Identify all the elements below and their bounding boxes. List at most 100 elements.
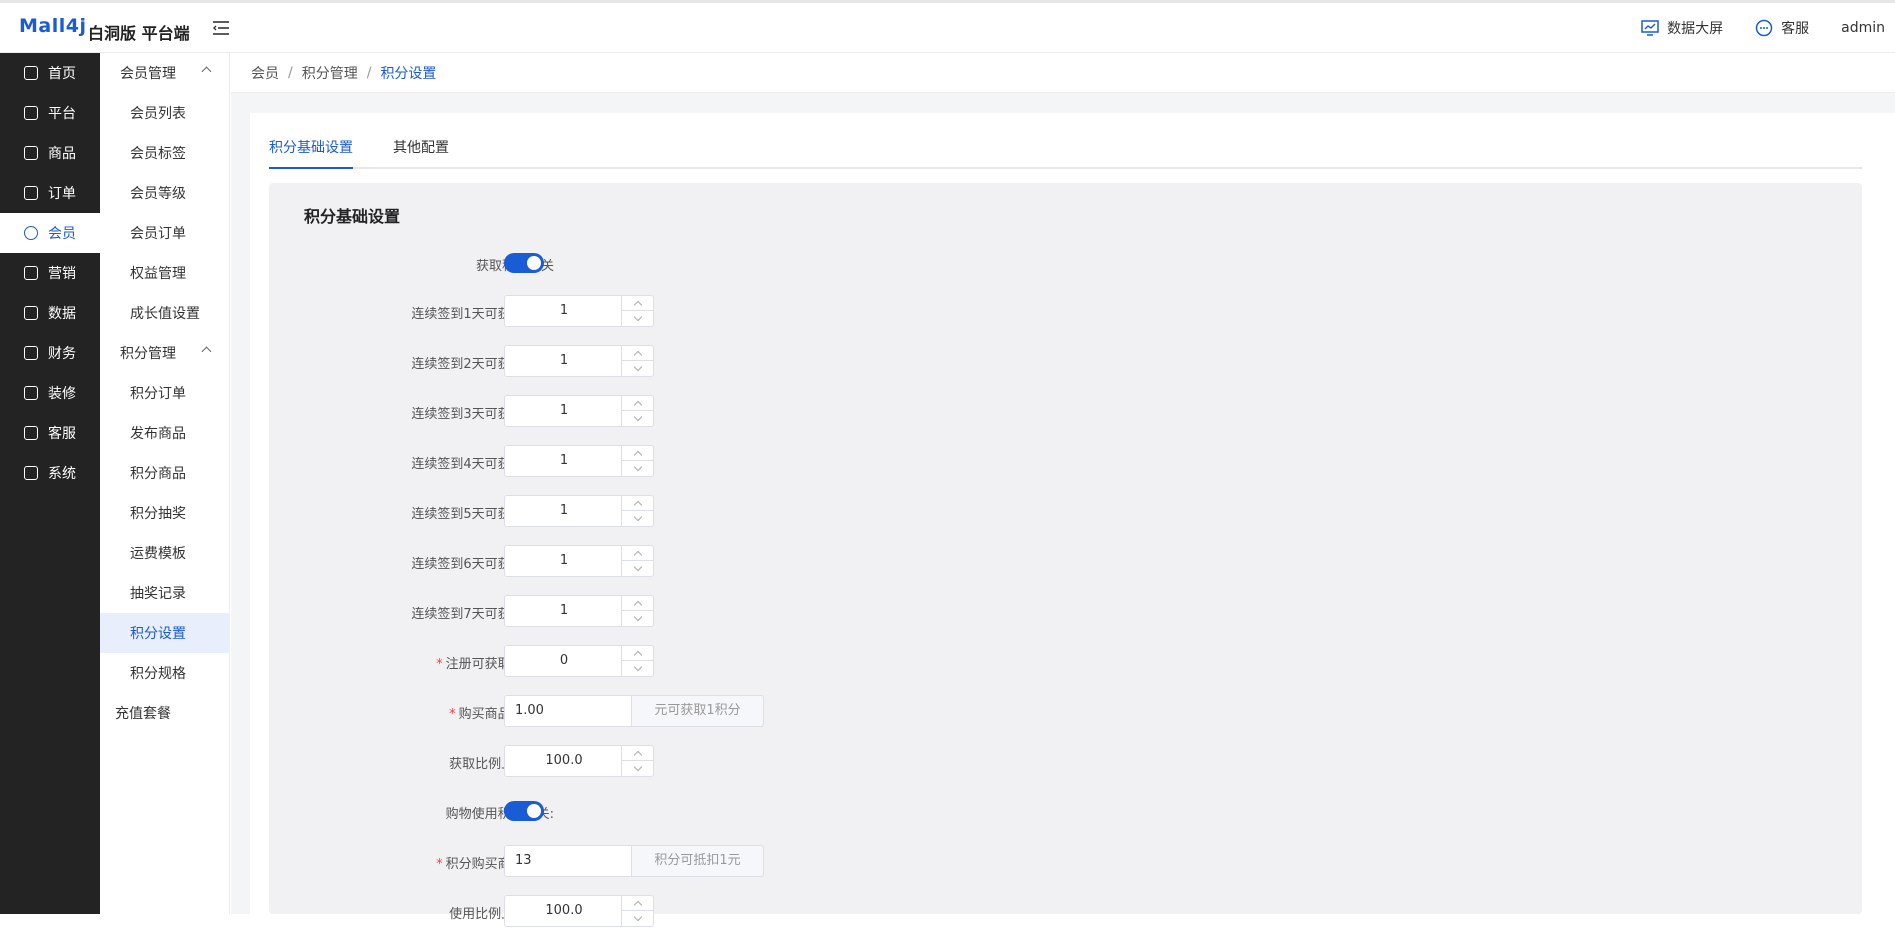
submenu-item[interactable]: 发布商品 (100, 413, 230, 453)
submenu-item[interactable]: 积分商品 (100, 453, 230, 493)
input-suffix: 积分可抵扣1元 (631, 845, 764, 877)
decrease-button[interactable] (622, 411, 653, 426)
nav-item-data[interactable]: 数据 (0, 293, 100, 333)
nav-label: 系统 (48, 466, 76, 482)
submenu-item[interactable]: 抽奖记录 (100, 573, 230, 613)
number-value: 0 (559, 653, 569, 668)
submenu-item[interactable]: 积分订单 (100, 373, 230, 413)
data-screen-link[interactable]: 数据大屏 (1641, 18, 1723, 38)
submenu-item[interactable]: 成长值设置 (100, 293, 230, 333)
stepper (621, 396, 653, 426)
number-input[interactable]: 1 (504, 445, 654, 477)
increase-button[interactable] (622, 496, 653, 511)
number-input[interactable]: 1 (504, 545, 654, 577)
nav-item-finance[interactable]: 财务 (0, 333, 100, 373)
user-menu[interactable]: admin (1841, 20, 1885, 36)
decrease-button[interactable] (622, 761, 653, 776)
nav-label: 订单 (48, 186, 76, 202)
menu-toggle-icon[interactable] (213, 21, 229, 35)
increase-button[interactable] (622, 396, 653, 411)
submenu-group-label: 会员管理 (120, 66, 176, 82)
earn-points-switch[interactable] (504, 253, 544, 273)
stepper (621, 596, 653, 626)
submenu-item[interactable]: 权益管理 (100, 253, 230, 293)
increase-button[interactable] (622, 596, 653, 611)
breadcrumb-item[interactable]: 积分管理 (302, 63, 358, 83)
form-row: 连续签到7天可获取积分: 1 (269, 595, 969, 629)
form-row: 连续签到1天可获取积分: 1 (269, 295, 969, 329)
number-input[interactable]: 1 (504, 395, 654, 427)
earn-ratio-input[interactable]: 100.0 (504, 745, 654, 777)
breadcrumb: 会员 / 积分管理 / 积分设置 (231, 53, 1895, 93)
submenu-item-points-settings[interactable]: 积分设置 (100, 613, 230, 653)
number-input[interactable]: 1 (504, 295, 654, 327)
required-mark: * (436, 857, 443, 872)
submenu-item[interactable]: 会员订单 (100, 213, 230, 253)
form-row: 连续签到3天可获取积分: 1 (269, 395, 969, 429)
tab-basic-settings[interactable]: 积分基础设置 (269, 133, 353, 169)
submenu-item[interactable]: 运费模板 (100, 533, 230, 573)
service-link[interactable]: 客服 (1755, 18, 1809, 38)
increase-button[interactable] (622, 346, 653, 361)
increase-button[interactable] (622, 546, 653, 561)
increase-button[interactable] (622, 646, 653, 661)
nav-item-home[interactable]: 首页 (0, 53, 100, 93)
stepper (621, 546, 653, 576)
increase-button[interactable] (622, 746, 653, 761)
number-value: 1 (559, 303, 569, 318)
nav-item-system[interactable]: 系统 (0, 453, 100, 493)
decrease-button[interactable] (622, 311, 653, 326)
submenu-item[interactable]: 积分抽奖 (100, 493, 230, 533)
register-points-input[interactable]: 0 (504, 645, 654, 677)
decrease-button[interactable] (622, 911, 653, 926)
nav-item-products[interactable]: 商品 (0, 133, 100, 173)
purchase-spend-input[interactable]: 1.00 (504, 695, 632, 727)
document-icon (24, 186, 38, 200)
points-deduct-input[interactable]: 13 (504, 845, 632, 877)
stepper (621, 446, 653, 476)
home-icon (24, 66, 38, 80)
decrease-button[interactable] (622, 611, 653, 626)
decrease-button[interactable] (622, 511, 653, 526)
top-bar: Mall4j 白洞版 平台端 数据大屏 客服 admin (0, 0, 1895, 53)
decrease-button[interactable] (622, 361, 653, 376)
nav-label: 客服 (48, 426, 76, 442)
number-input[interactable]: 1 (504, 595, 654, 627)
form-row: 获取积分开关 (269, 247, 969, 281)
settings-card: 积分基础设置 其他配置 积分基础设置 获取积分开关 连续签到1天可获取积分: 1… (250, 113, 1895, 927)
submenu-group-points[interactable]: 积分管理 (100, 333, 230, 373)
nav-item-members[interactable]: 会员 (0, 213, 100, 253)
increase-button[interactable] (622, 296, 653, 311)
submenu-item[interactable]: 会员标签 (100, 133, 230, 173)
required-mark: * (436, 657, 443, 672)
increase-button[interactable] (622, 446, 653, 461)
nav-item-marketing[interactable]: 营销 (0, 253, 100, 293)
nav-item-service[interactable]: 客服 (0, 413, 100, 453)
decrease-button[interactable] (622, 461, 653, 476)
stepper (621, 496, 653, 526)
nav-item-orders[interactable]: 订单 (0, 173, 100, 213)
decrease-button[interactable] (622, 661, 653, 676)
form-row: *购买商品每消费: 1.00 元可获取1积分 (269, 695, 969, 729)
submenu-group-member[interactable]: 会员管理 (100, 53, 230, 93)
decrease-button[interactable] (622, 561, 653, 576)
submenu-item[interactable]: 积分规格 (100, 653, 230, 693)
submenu-item[interactable]: 会员列表 (100, 93, 230, 133)
use-points-switch[interactable] (504, 801, 544, 821)
nav-item-decoration[interactable]: 装修 (0, 373, 100, 413)
nav-item-platform[interactable]: 平台 (0, 93, 100, 133)
monitor-icon (24, 106, 38, 120)
submenu-recharge[interactable]: 充值套餐 (100, 693, 230, 733)
use-ratio-input[interactable]: 100.0 (504, 895, 654, 927)
tab-other-config[interactable]: 其他配置 (393, 133, 449, 169)
increase-button[interactable] (622, 896, 653, 911)
breadcrumb-item[interactable]: 会员 (251, 63, 279, 83)
gear-icon (24, 466, 38, 480)
number-value: 1 (559, 553, 569, 568)
wallet-icon (24, 346, 38, 360)
sub-menu: 会员管理 会员列表 会员标签 会员等级 会员订单 权益管理 成长值设置 积分管理… (100, 53, 230, 914)
number-input[interactable]: 1 (504, 495, 654, 527)
bag-icon (24, 146, 38, 160)
submenu-item[interactable]: 会员等级 (100, 173, 230, 213)
number-input[interactable]: 1 (504, 345, 654, 377)
